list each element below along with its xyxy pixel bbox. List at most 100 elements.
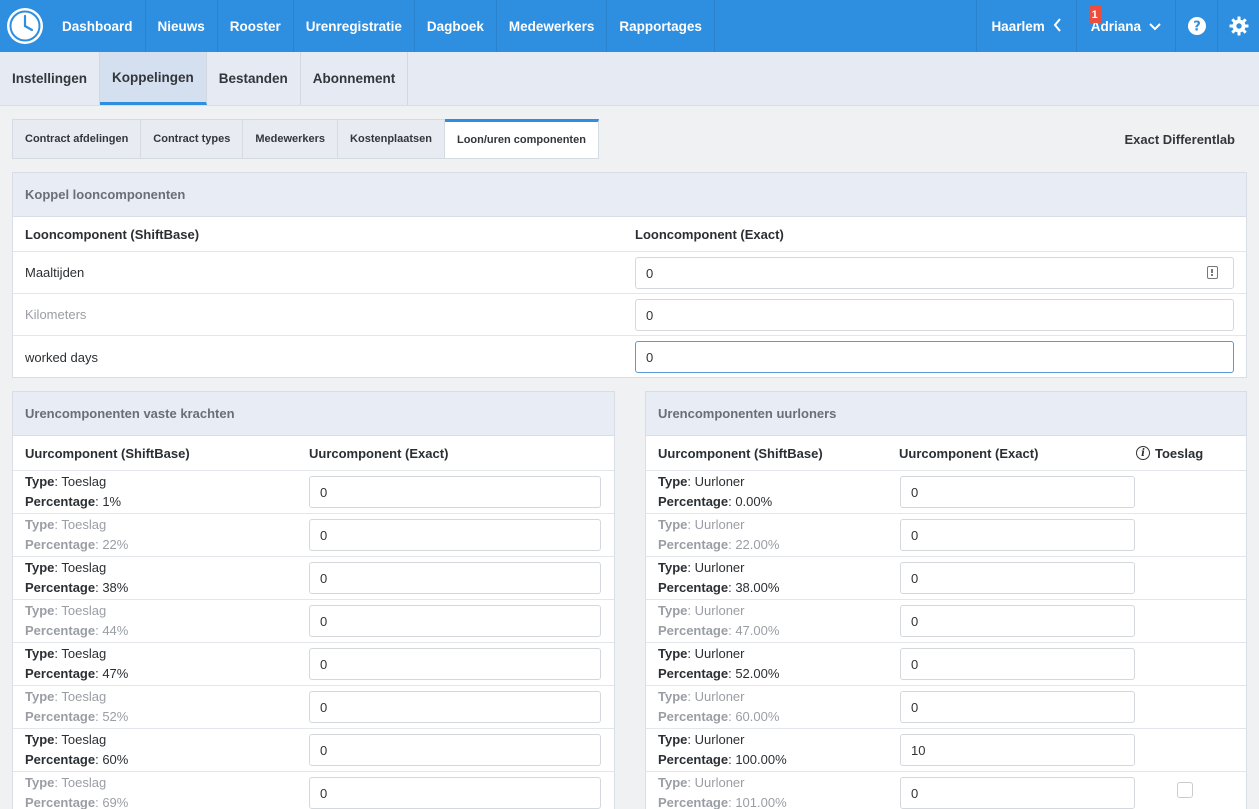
type-label: Type: [658, 517, 688, 532]
type-line: Type: Toeslag: [25, 474, 107, 489]
percentage-value: 22%: [102, 537, 129, 552]
top-navigation: Dashboard Nieuws Rooster Urenregistratie…: [0, 0, 1259, 52]
uurcomponent-exact-input[interactable]: [900, 605, 1135, 637]
type-line: Type: Uurloner: [658, 646, 745, 661]
tab-medewerkers[interactable]: Medewerkers: [243, 119, 339, 159]
help-icon[interactable]: ?: [1175, 0, 1217, 52]
type-value: Uurloner: [694, 474, 745, 489]
percentage-value: 47%: [102, 666, 129, 681]
component-info: Type: Uurloner Percentage: 0.00%: [646, 472, 772, 512]
table-row: Type: Uurloner Percentage: 22.00%: [646, 514, 1246, 557]
nav-rooster[interactable]: Rooster: [218, 0, 294, 52]
worked-days-input[interactable]: [635, 341, 1234, 373]
uurloners-panel: Urencomponenten uurloners Uurcomponent (…: [645, 391, 1247, 809]
row-label: worked days: [25, 349, 98, 365]
kilometers-input[interactable]: [635, 299, 1234, 331]
nav-dashboard[interactable]: Dashboard: [50, 0, 146, 52]
percentage-value: 100.00%: [735, 752, 787, 767]
uurcomponent-exact-input[interactable]: [900, 691, 1135, 723]
table-row: Type: Uurloner Percentage: 47.00%: [646, 600, 1246, 643]
type-value: Toeslag: [61, 474, 107, 489]
component-info: Type: Toeslag Percentage: 38%: [13, 558, 128, 598]
type-line: Type: Uurloner: [658, 603, 745, 618]
percentage-label: Percentage: [658, 537, 729, 552]
type-value: Toeslag: [61, 646, 107, 661]
table-row: Type: Uurloner Percentage: 38.00%: [646, 557, 1246, 600]
uurcomponent-exact-input[interactable]: [309, 605, 601, 637]
percentage-label: Percentage: [658, 580, 729, 595]
percentage-label: Percentage: [25, 795, 96, 809]
uurcomponent-exact-input[interactable]: [900, 734, 1135, 766]
input-wrapper: [900, 648, 1135, 680]
percentage-value: 52.00%: [735, 666, 780, 681]
uurcomponent-exact-input[interactable]: [309, 691, 601, 723]
type-label: Type: [658, 646, 688, 661]
toeslag-checkbox[interactable]: [1177, 782, 1193, 798]
settings-subnav: Instellingen Koppelingen Bestanden Abonn…: [0, 52, 1259, 106]
uurcomponent-exact-input[interactable]: [309, 648, 601, 680]
uurcomponent-exact-input[interactable]: [309, 562, 601, 594]
subnav-abonnement[interactable]: Abonnement: [301, 52, 409, 105]
col-looncomponent-exact: Looncomponent (Exact): [635, 226, 784, 242]
type-line: Type: Toeslag: [25, 517, 107, 532]
subnav-bestanden[interactable]: Bestanden: [207, 52, 301, 105]
uurcomponent-exact-input[interactable]: [309, 777, 601, 809]
percentage-label: Percentage: [25, 623, 96, 638]
location-label: Haarlem: [991, 18, 1045, 34]
uurcomponent-exact-input[interactable]: [900, 476, 1135, 508]
tab-contract-types[interactable]: Contract types: [141, 119, 244, 159]
type-value: Toeslag: [61, 775, 107, 790]
maaltijden-input[interactable]: [635, 257, 1234, 289]
input-wrapper: [900, 777, 1135, 809]
nav-urenregistratie[interactable]: Urenregistratie: [294, 0, 415, 52]
uurcomponent-exact-input[interactable]: [900, 519, 1135, 551]
uurcomponent-exact-input[interactable]: [309, 734, 601, 766]
component-info: Type: Uurloner Percentage: 100.00%: [646, 730, 787, 770]
input-wrapper: [309, 605, 601, 637]
location-selector[interactable]: Haarlem: [976, 0, 1075, 52]
info-icon[interactable]: i: [1136, 446, 1150, 460]
subnav-instellingen[interactable]: Instellingen: [0, 52, 101, 105]
percentage-value: 1%: [102, 494, 122, 509]
uurloners-header: Uurcomponent (ShiftBase) Uurcomponent (E…: [646, 436, 1246, 471]
table-row: Type: Uurloner Percentage: 101.00%: [646, 772, 1246, 809]
type-value: Toeslag: [61, 517, 107, 532]
uurcomponent-exact-input[interactable]: [900, 777, 1135, 809]
clock-logo-icon[interactable]: [0, 0, 50, 52]
percentage-line: Percentage: 69%: [25, 795, 129, 809]
input-wrapper: [309, 648, 601, 680]
uurcomponent-exact-input[interactable]: [900, 648, 1135, 680]
percentage-label: Percentage: [25, 709, 96, 724]
percentage-line: Percentage: 47.00%: [658, 623, 780, 638]
col-toeslag: i Toeslag: [1136, 446, 1203, 461]
type-label: Type: [25, 474, 55, 489]
gear-icon[interactable]: [1217, 0, 1259, 52]
percentage-line: Percentage: 52.00%: [658, 666, 780, 681]
percentage-line: Percentage: 38.00%: [658, 580, 780, 595]
nav-nieuws[interactable]: Nieuws: [146, 0, 218, 52]
uurcomponent-exact-input[interactable]: [900, 562, 1135, 594]
col-uurcomponent-exact: Uurcomponent (Exact): [309, 445, 449, 461]
subnav-koppelingen[interactable]: Koppelingen: [100, 52, 207, 105]
tab-loon-uren-componenten[interactable]: Loon/uren componenten: [444, 119, 599, 159]
type-label: Type: [658, 689, 688, 704]
tab-kostenplaatsen[interactable]: Kostenplaatsen: [338, 119, 445, 159]
percentage-value: 44%: [102, 623, 129, 638]
integration-name: Exact Differentlab: [1124, 132, 1235, 147]
uurcomponent-exact-input[interactable]: [309, 476, 601, 508]
nav-rapportages[interactable]: Rapportages: [607, 0, 715, 52]
contact-card-icon: [1207, 266, 1218, 279]
percentage-line: Percentage: 60.00%: [658, 709, 780, 724]
integration-tabs: Contract afdelingen Contract types Medew…: [12, 119, 599, 159]
nav-medewerkers[interactable]: Medewerkers: [497, 0, 608, 52]
component-info: Type: Toeslag Percentage: 22%: [13, 515, 128, 555]
nav-dagboek[interactable]: Dagboek: [415, 0, 497, 52]
type-line: Type: Uurloner: [658, 474, 745, 489]
type-line: Type: Toeslag: [25, 603, 107, 618]
user-menu[interactable]: 1 Adriana: [1075, 0, 1175, 52]
uurcomponent-exact-input[interactable]: [309, 519, 601, 551]
percentage-line: Percentage: 44%: [25, 623, 129, 638]
table-row: Type: Toeslag Percentage: 69%: [13, 772, 614, 809]
tab-contract-afdelingen[interactable]: Contract afdelingen: [12, 119, 142, 159]
table-row: Type: Uurloner Percentage: 52.00%: [646, 643, 1246, 686]
